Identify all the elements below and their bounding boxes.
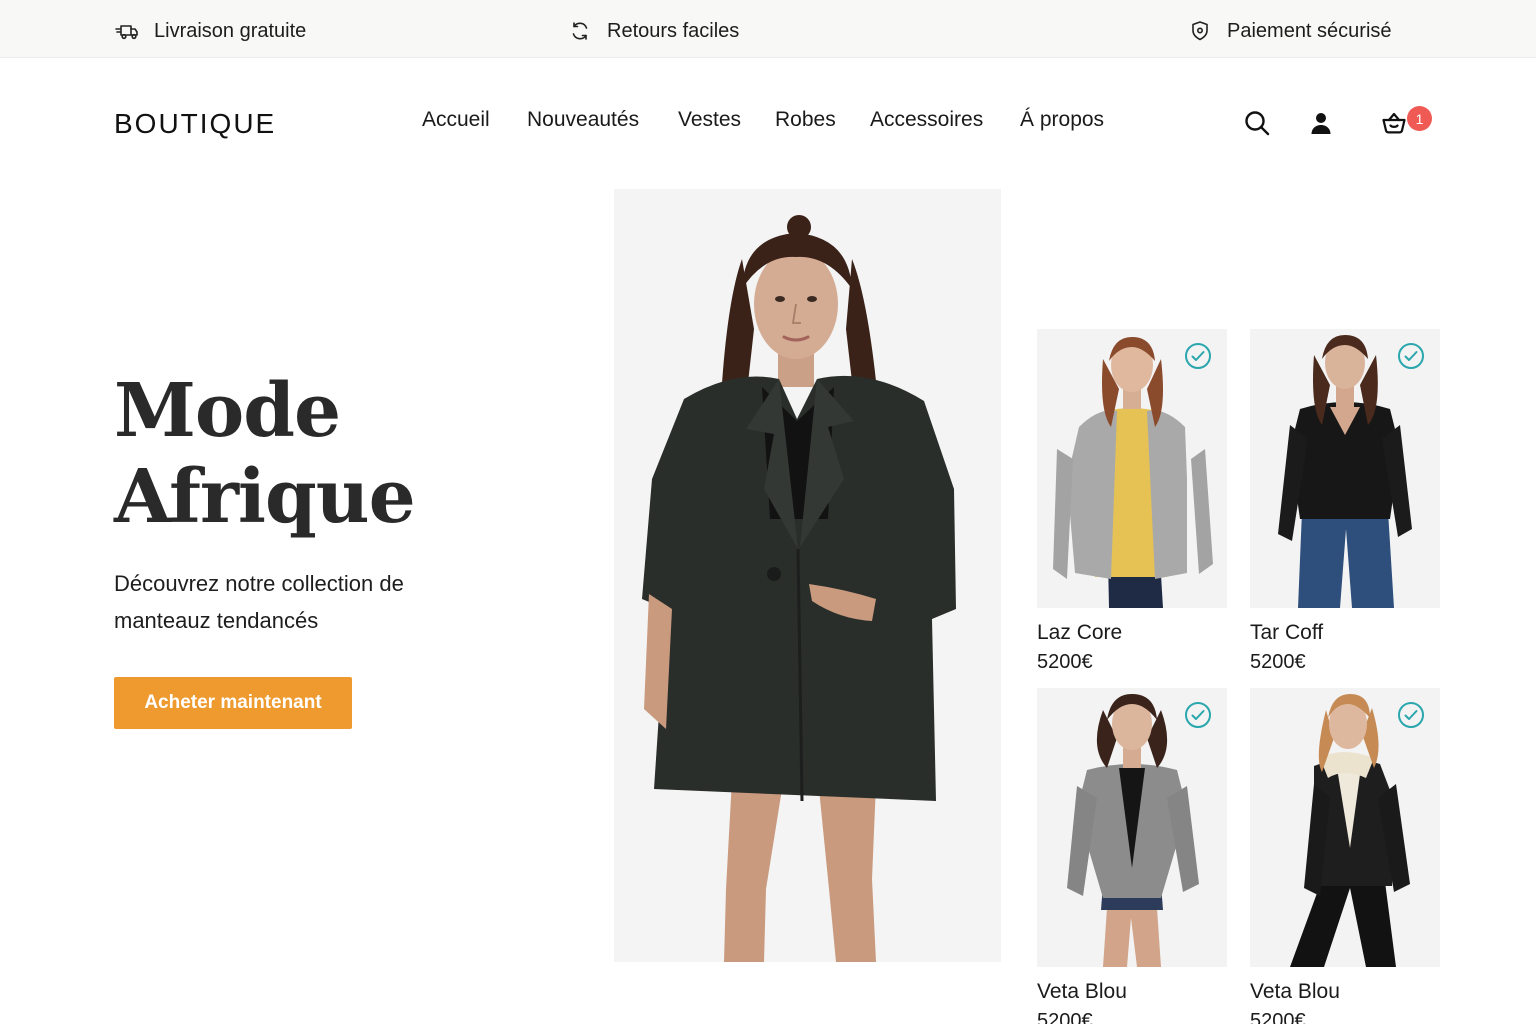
brand-logo[interactable]: BOUTIQUE bbox=[114, 108, 276, 140]
product-name[interactable]: Veta Blou bbox=[1037, 980, 1127, 1004]
basket-icon[interactable] bbox=[1379, 108, 1409, 138]
hero-title-line2: Afrique bbox=[114, 454, 416, 540]
nav-item-a-propos[interactable]: Á propos bbox=[1020, 108, 1104, 132]
product-image[interactable] bbox=[1250, 688, 1440, 967]
product-name[interactable]: Tar Coff bbox=[1250, 621, 1323, 645]
product-price: 5200€ bbox=[1037, 1010, 1093, 1024]
user-icon[interactable] bbox=[1306, 108, 1336, 138]
refresh-icon bbox=[567, 18, 593, 44]
check-circle-icon[interactable] bbox=[1184, 701, 1212, 729]
product-name[interactable]: Veta Blou bbox=[1250, 980, 1340, 1004]
nav-item-accessoires[interactable]: Accessoires bbox=[870, 108, 983, 132]
product-image[interactable] bbox=[1037, 329, 1227, 608]
cart-count-badge: 1 bbox=[1407, 106, 1432, 131]
promo-secure-payment: Paiement sécurisé bbox=[1187, 18, 1392, 44]
nav-item-accueil[interactable]: Accueil bbox=[422, 108, 490, 132]
product-image[interactable] bbox=[1037, 688, 1227, 967]
check-circle-icon[interactable] bbox=[1397, 342, 1425, 370]
product-price: 5200€ bbox=[1037, 651, 1093, 673]
check-circle-icon[interactable] bbox=[1184, 342, 1212, 370]
promo-bar: Livraison gratuite Retours faciles Paiem… bbox=[0, 0, 1536, 58]
nav-item-robes[interactable]: Robes bbox=[775, 108, 836, 132]
promo-label: Livraison gratuite bbox=[154, 19, 307, 42]
hero-title: Mode Afrique bbox=[114, 368, 416, 540]
promo-free-delivery: Livraison gratuite bbox=[114, 18, 306, 44]
product-image[interactable] bbox=[1250, 329, 1440, 608]
hero-image bbox=[614, 189, 1001, 962]
promo-label: Paiement sécurisé bbox=[1227, 19, 1392, 42]
product-price: 5200€ bbox=[1250, 1010, 1306, 1024]
promo-easy-returns: Retours faciles bbox=[567, 18, 739, 44]
hero-subtitle: Découvrez notre collection de manteauz t… bbox=[114, 571, 404, 633]
buy-now-button[interactable]: Acheter maintenant bbox=[114, 677, 352, 729]
promo-label: Retours faciles bbox=[607, 19, 740, 42]
product-price: 5200€ bbox=[1250, 651, 1306, 673]
delivery-truck-icon bbox=[114, 18, 140, 44]
nav-item-nouveautes[interactable]: Nouveautés bbox=[527, 108, 639, 132]
hero-title-line1: Mode bbox=[114, 368, 341, 454]
search-icon[interactable] bbox=[1242, 108, 1272, 138]
check-circle-icon[interactable] bbox=[1397, 701, 1425, 729]
product-name[interactable]: Laz Core bbox=[1037, 621, 1122, 645]
nav-item-vestes[interactable]: Vestes bbox=[678, 108, 741, 132]
shield-icon bbox=[1187, 18, 1213, 44]
